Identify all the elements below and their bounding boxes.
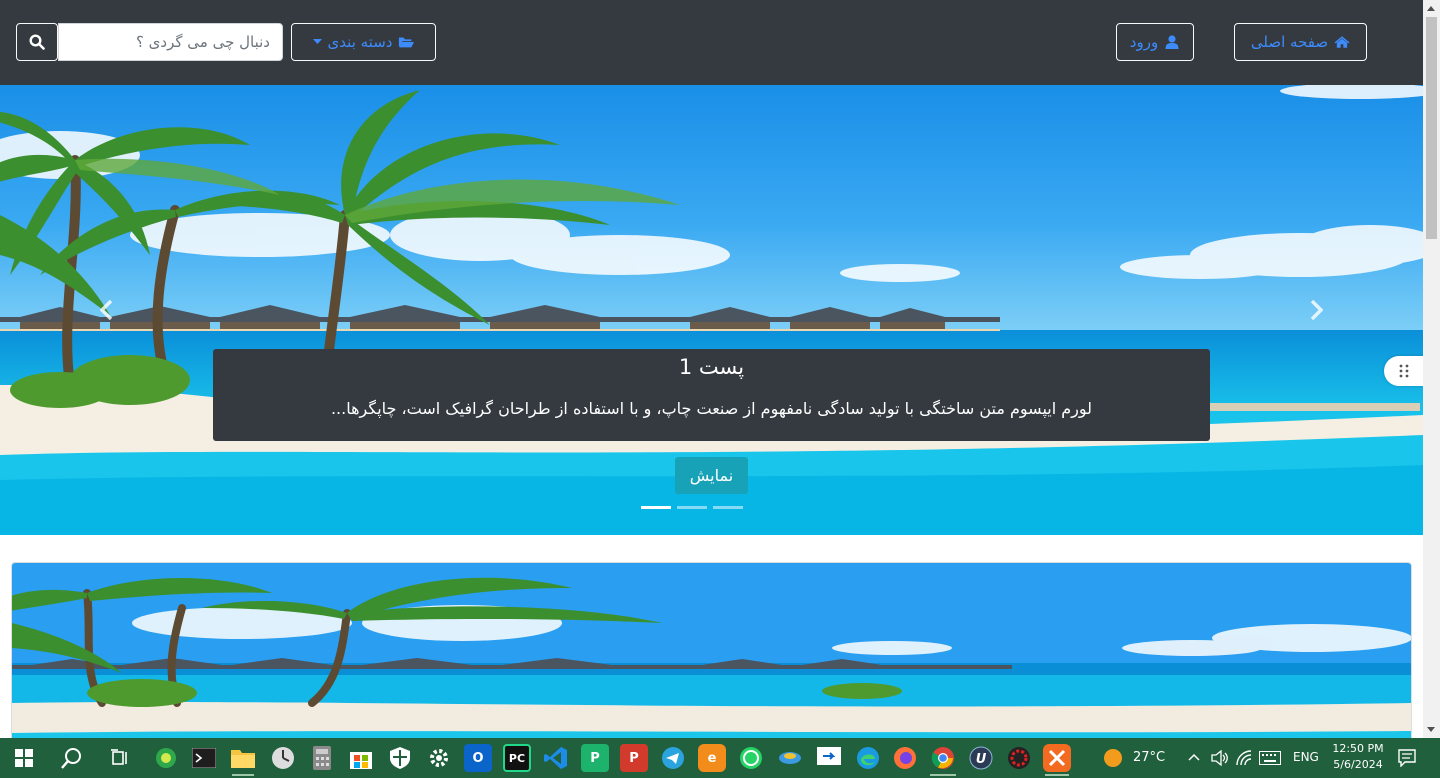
search-icon: [29, 34, 45, 50]
blue-u-app-icon[interactable]: U: [967, 744, 995, 772]
notifications-icon[interactable]: [1398, 749, 1416, 767]
keyboard-icon[interactable]: [1259, 751, 1281, 765]
home-button[interactable]: صفحه اصلی: [1234, 23, 1367, 61]
chevron-right-icon: [1310, 300, 1323, 320]
xampp-active-indicator: [1045, 774, 1069, 776]
red-gear-app-icon[interactable]: [1005, 744, 1033, 772]
green-app-icon[interactable]: [152, 744, 180, 772]
volume-icon[interactable]: [1211, 750, 1229, 766]
wifi-icon[interactable]: [1236, 750, 1252, 766]
outlook-new-icon[interactable]: O: [464, 744, 492, 772]
carousel-indicator-3[interactable]: [713, 506, 743, 509]
user-icon: [1165, 35, 1179, 49]
navbar: دسته بندی ورود صفحه اصلی: [0, 0, 1423, 85]
microsoft-store-icon[interactable]: [347, 744, 375, 772]
orange-e-app-icon[interactable]: e: [698, 744, 726, 772]
green-p-app-icon[interactable]: P: [581, 744, 609, 772]
grip-dots-icon: [1399, 364, 1409, 378]
login-label: ورود: [1129, 33, 1159, 51]
chrome-active-indicator: [930, 774, 956, 776]
clock-date: 5/6/2024: [1333, 758, 1383, 771]
red-p-app-icon[interactable]: P: [620, 744, 648, 772]
search-button[interactable]: [16, 23, 58, 61]
card-beach-image: [12, 563, 1411, 741]
settings-gear-icon[interactable]: [425, 744, 453, 772]
windows-taskbar: O PC P P e U 27°C ENG 12:50 PM 5/6/2024: [0, 738, 1440, 778]
caret-down-icon: [312, 39, 322, 44]
vscode-icon[interactable]: [542, 744, 570, 772]
pycharm-icon[interactable]: PC: [503, 744, 531, 772]
taskbar-search-icon[interactable]: [58, 744, 86, 772]
post-card[interactable]: [11, 562, 1412, 742]
weather-sun-icon[interactable]: [1103, 748, 1123, 768]
xampp-icon[interactable]: [1043, 744, 1071, 772]
weather-temperature[interactable]: 27°C: [1133, 750, 1165, 765]
task-view-icon[interactable]: [106, 744, 134, 772]
file-explorer-icon[interactable]: [229, 744, 257, 772]
show-button[interactable]: نمایش: [675, 457, 748, 494]
clock-time: 12:50 PM: [1332, 742, 1384, 755]
slide-text: لورم ایپسوم متن ساختگی با تولید سادگی نا…: [330, 399, 1093, 418]
category-label: دسته بندی: [327, 33, 393, 51]
file-explorer-active-indicator: [232, 774, 254, 776]
remote-app-icon[interactable]: [815, 744, 843, 772]
windows-start-icon[interactable]: [10, 744, 38, 772]
floating-grip-button[interactable]: [1384, 356, 1423, 386]
category-dropdown-button[interactable]: دسته بندی: [291, 23, 436, 61]
slide-title: پست 1: [678, 355, 745, 379]
scroll-up-arrow[interactable]: [1427, 6, 1435, 11]
scroll-thumb[interactable]: [1426, 17, 1437, 239]
slide-caption: پست 1 لورم ایپسوم متن ساختگی با تولید سا…: [213, 349, 1210, 441]
carousel-indicator-1[interactable]: [641, 506, 671, 509]
terminal-icon[interactable]: [190, 744, 218, 772]
svg-text:U: U: [976, 752, 987, 767]
login-button[interactable]: ورود: [1116, 23, 1194, 61]
carousel-prev-button[interactable]: [87, 290, 127, 330]
page-scrollbar[interactable]: [1423, 0, 1440, 738]
telegram-icon[interactable]: [659, 744, 687, 772]
firefox-icon[interactable]: [891, 744, 919, 772]
chevron-left-icon: [100, 300, 113, 320]
scroll-down-arrow[interactable]: [1427, 727, 1435, 732]
carousel-indicator-2[interactable]: [677, 506, 707, 509]
hero-carousel: پست 1 لورم ایپسوم متن ساختگی با تولید سا…: [0, 85, 1423, 535]
edge-browser-icon[interactable]: [854, 744, 882, 772]
home-label: صفحه اصلی: [1250, 33, 1329, 51]
security-shield-icon[interactable]: [386, 744, 414, 772]
taskbar-clock[interactable]: 12:50 PM 5/6/2024: [1326, 741, 1390, 773]
search-input[interactable]: [58, 23, 283, 61]
whatsapp-icon[interactable]: [737, 744, 765, 772]
folder-open-icon: [399, 37, 415, 48]
chrome-icon[interactable]: [929, 744, 957, 772]
input-language[interactable]: ENG: [1293, 750, 1319, 764]
show-hidden-icons-chevron-icon[interactable]: [1188, 753, 1200, 761]
network-app-icon[interactable]: [776, 744, 804, 772]
carousel-next-button[interactable]: [1296, 290, 1336, 330]
calculator-icon[interactable]: [308, 744, 336, 772]
clock-app-icon[interactable]: [269, 744, 297, 772]
home-icon: [1334, 36, 1350, 48]
